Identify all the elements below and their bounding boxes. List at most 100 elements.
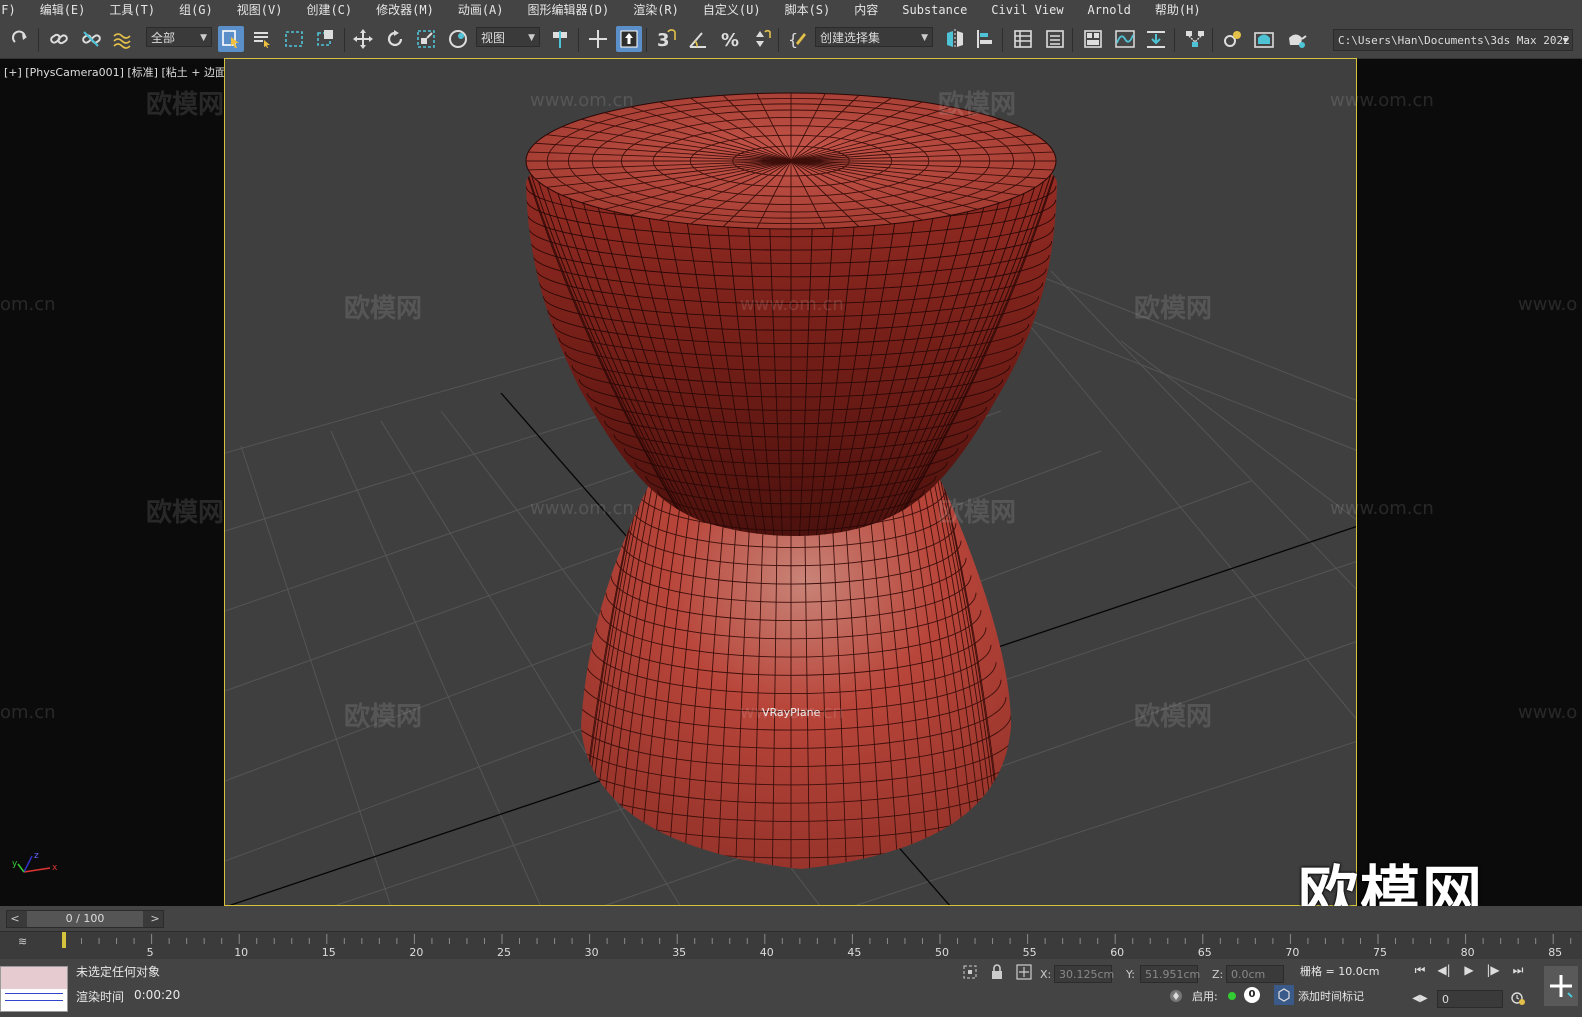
window-crossing-icon[interactable] bbox=[313, 26, 339, 52]
placement-icon[interactable] bbox=[445, 26, 471, 52]
watermark-text: 欧模网 bbox=[1134, 294, 1213, 324]
move-icon[interactable] bbox=[350, 26, 376, 52]
x-coord-field[interactable]: 30.125cm bbox=[1054, 965, 1114, 983]
play-icon[interactable]: ▶ bbox=[1459, 960, 1479, 980]
z-coord-field[interactable]: 0.0cm bbox=[1226, 965, 1284, 983]
watermark-text: 欧模网 bbox=[146, 90, 225, 120]
bind-space-warp-icon[interactable] bbox=[109, 26, 135, 52]
axis-y-label: y bbox=[12, 859, 18, 869]
track-tick-label: 55 bbox=[1022, 946, 1037, 959]
time-slider-label[interactable]: 0 / 100 bbox=[27, 911, 143, 927]
menu-item[interactable]: Civil View bbox=[979, 0, 1075, 20]
menu-item[interactable]: 自定义(U) bbox=[691, 0, 773, 20]
isolate-selection-icon[interactable] bbox=[960, 962, 980, 982]
menu-item[interactable]: 编辑(E) bbox=[28, 0, 98, 20]
menu-item[interactable]: 组(G) bbox=[167, 0, 225, 20]
key-mode-toggle-icon[interactable]: ◀▶ bbox=[1410, 988, 1430, 1008]
rendered-frame-window-icon[interactable] bbox=[1251, 26, 1277, 52]
menu-item[interactable]: 渲染(R) bbox=[621, 0, 691, 20]
menu-item[interactable]: 帮助(H) bbox=[1143, 0, 1213, 20]
spinner-snap-icon[interactable] bbox=[748, 26, 774, 52]
watermark-text: 欧模网 bbox=[344, 294, 423, 324]
menu-item[interactable]: Arnold bbox=[1076, 0, 1143, 20]
plus-icon bbox=[1550, 975, 1573, 998]
select-object-icon[interactable] bbox=[218, 26, 244, 52]
menu-item[interactable]: 内容 bbox=[842, 0, 890, 20]
track-bar[interactable]: 5 10 15 20 25 30 35 40 45 50 55 60 65 70 75 80 85 ≋ bbox=[0, 931, 1582, 960]
go-to-start-icon[interactable]: ⏮ bbox=[1410, 960, 1430, 980]
grid-size-display: 栅格 = 10.0cm bbox=[1300, 965, 1380, 978]
track-tick-label: 20 bbox=[409, 946, 424, 959]
rectangular-selection-icon[interactable] bbox=[281, 26, 307, 52]
pivot-center-icon[interactable] bbox=[548, 26, 574, 52]
edit-named-selection-icon[interactable]: { bbox=[785, 26, 811, 52]
time-tag-icon[interactable] bbox=[1274, 985, 1294, 1005]
render-teapot-icon[interactable] bbox=[1283, 26, 1309, 52]
watermark-url: www.om.cn bbox=[740, 294, 844, 315]
maxscript-mini-listener[interactable] bbox=[0, 966, 68, 1012]
keyboard-shortcut-override-icon[interactable] bbox=[616, 26, 642, 52]
menu-item[interactable]: 脚本(S) bbox=[773, 0, 843, 20]
selection-filter-dropdown[interactable]: 全部 ▼ bbox=[146, 27, 212, 47]
menu-item[interactable]: Substance bbox=[890, 0, 979, 20]
object-label: VRayPlane bbox=[762, 706, 821, 719]
watermark-url: om.cn bbox=[0, 294, 56, 315]
adaptive-degradation-icon[interactable] bbox=[1166, 986, 1186, 1006]
redo-icon[interactable] bbox=[8, 26, 34, 52]
curve-editor-icon[interactable] bbox=[1112, 26, 1138, 52]
link-icon[interactable] bbox=[46, 26, 72, 52]
unlink-icon[interactable] bbox=[78, 26, 104, 52]
track-tick-label: 60 bbox=[1110, 946, 1125, 959]
dope-sheet-icon[interactable] bbox=[1143, 26, 1169, 52]
ribbon-toggle-icon[interactable] bbox=[1080, 26, 1106, 52]
go-to-end-icon[interactable]: ⏭ bbox=[1508, 960, 1528, 980]
schematic-view-icon[interactable] bbox=[1182, 26, 1208, 52]
track-tick-label: 5 bbox=[146, 946, 154, 959]
status-indicator-icon bbox=[1228, 992, 1236, 1000]
create-panel-button[interactable] bbox=[1544, 966, 1578, 1006]
menu-item[interactable]: 工具(T) bbox=[97, 0, 167, 20]
time-slider[interactable]: < 0 / 100 > bbox=[6, 910, 164, 928]
angle-snap-icon[interactable] bbox=[685, 26, 711, 52]
watermark-url: www.o bbox=[1518, 702, 1578, 723]
named-selection-dropdown[interactable]: 创建选择集 ▼ bbox=[815, 27, 933, 47]
selection-lock-icon[interactable] bbox=[987, 962, 1007, 982]
menu-item[interactable]: 图形编辑器(D) bbox=[516, 0, 622, 20]
next-frame-icon[interactable]: |▶ bbox=[1483, 960, 1503, 980]
scale-icon[interactable] bbox=[413, 26, 439, 52]
menu-item[interactable]: 动画(A) bbox=[446, 0, 516, 20]
select-manipulate-icon[interactable] bbox=[585, 26, 611, 52]
percent-snap-icon[interactable]: % bbox=[717, 26, 743, 52]
current-frame-field[interactable]: 0 bbox=[1437, 990, 1503, 1008]
next-frame-icon[interactable]: > bbox=[147, 911, 163, 927]
time-configuration-icon[interactable] bbox=[1508, 988, 1528, 1008]
menu-item[interactable]: 修改器(M) bbox=[364, 0, 446, 20]
track-tick-label: 80 bbox=[1460, 946, 1475, 959]
snap-toggle-icon[interactable]: 3 bbox=[653, 26, 679, 52]
menu-item[interactable]: (F) bbox=[0, 0, 28, 20]
svg-text:{: { bbox=[788, 30, 798, 49]
axis-z-label: z bbox=[34, 852, 39, 861]
menu-item[interactable]: 视图(V) bbox=[225, 0, 295, 20]
track-tick-label: 70 bbox=[1285, 946, 1300, 959]
select-by-name-icon[interactable] bbox=[249, 26, 275, 52]
curve-editor-mini-icon[interactable]: ≋ bbox=[18, 935, 27, 948]
previous-frame-icon[interactable]: ◀| bbox=[1434, 960, 1454, 980]
selection-status: 未选定任何对象 bbox=[76, 965, 161, 979]
render-setup-icon[interactable] bbox=[1220, 26, 1246, 52]
absolute-mode-transform-icon[interactable] bbox=[1014, 962, 1034, 982]
viewport-label[interactable]: [+] [PhysCamera001] [标准] [粘土 + 边面] bbox=[4, 64, 230, 80]
rotate-icon[interactable] bbox=[382, 26, 408, 52]
reference-coordinate-dropdown[interactable]: 视图 ▼ bbox=[476, 27, 540, 47]
track-tick-label: 10 bbox=[234, 946, 249, 959]
prev-frame-icon[interactable]: < bbox=[7, 911, 23, 927]
layer-explorer-icon[interactable] bbox=[1042, 26, 1068, 52]
perspective-viewport[interactable] bbox=[224, 58, 1357, 906]
mirror-icon[interactable] bbox=[942, 26, 968, 52]
add-time-tag-button[interactable]: 添加时间标记 bbox=[1298, 988, 1364, 1004]
y-coord-field[interactable]: 51.951cm bbox=[1140, 965, 1200, 983]
project-path-dropdown[interactable]: C:\Users\Han\Documents\3ds Max 2022 ▼ bbox=[1333, 29, 1573, 51]
align-icon[interactable] bbox=[972, 26, 998, 52]
scene-explorer-icon[interactable] bbox=[1010, 26, 1036, 52]
menu-item[interactable]: 创建(C) bbox=[294, 0, 364, 20]
